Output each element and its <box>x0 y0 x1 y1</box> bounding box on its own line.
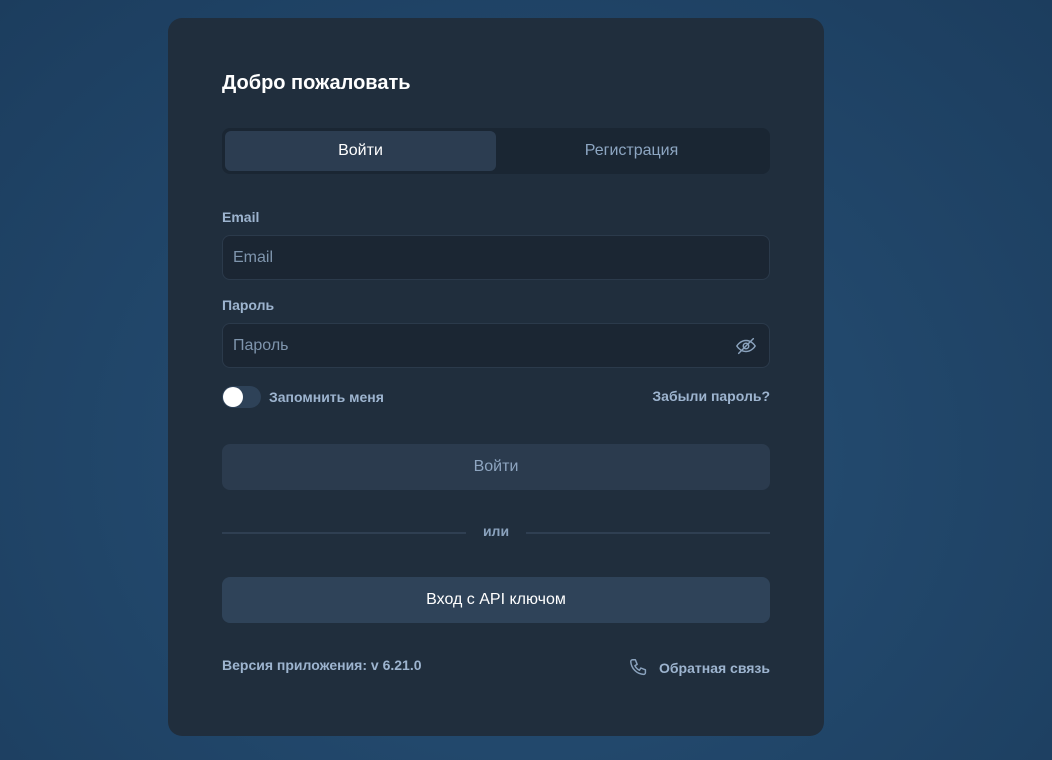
page-title: Добро пожаловать <box>222 72 411 94</box>
password-label: Пароль <box>222 297 275 313</box>
email-label: Email <box>222 209 260 225</box>
eye-off-icon[interactable] <box>735 335 757 357</box>
feedback-link[interactable]: Обратная связь <box>628 657 770 679</box>
tab-register[interactable]: Регистрация <box>496 131 767 171</box>
toggle-knob <box>223 387 243 407</box>
password-field[interactable] <box>223 324 769 367</box>
app-version: Версия приложения: v 6.21.0 <box>222 657 422 673</box>
password-field-wrapper <box>222 323 770 368</box>
auth-tabs: Войти Регистрация <box>222 128 770 174</box>
remember-me: Запомнить меня <box>222 386 384 408</box>
forgot-password-link[interactable]: Забыли пароль? <box>652 388 770 404</box>
login-card: Добро пожаловать Войти Регистрация Email… <box>168 18 824 736</box>
email-field-wrapper <box>222 235 770 280</box>
tab-login[interactable]: Войти <box>225 131 496 171</box>
feedback-label: Обратная связь <box>659 660 770 676</box>
phone-icon <box>630 659 647 676</box>
login-button[interactable]: Войти <box>222 444 770 490</box>
divider: или <box>222 521 770 541</box>
divider-line-right <box>526 532 770 534</box>
remember-toggle[interactable] <box>222 386 261 408</box>
api-key-login-button[interactable]: Вход с API ключом <box>222 577 770 623</box>
divider-label: или <box>482 523 510 539</box>
email-field[interactable] <box>223 236 769 279</box>
remember-label: Запомнить меня <box>269 389 384 405</box>
